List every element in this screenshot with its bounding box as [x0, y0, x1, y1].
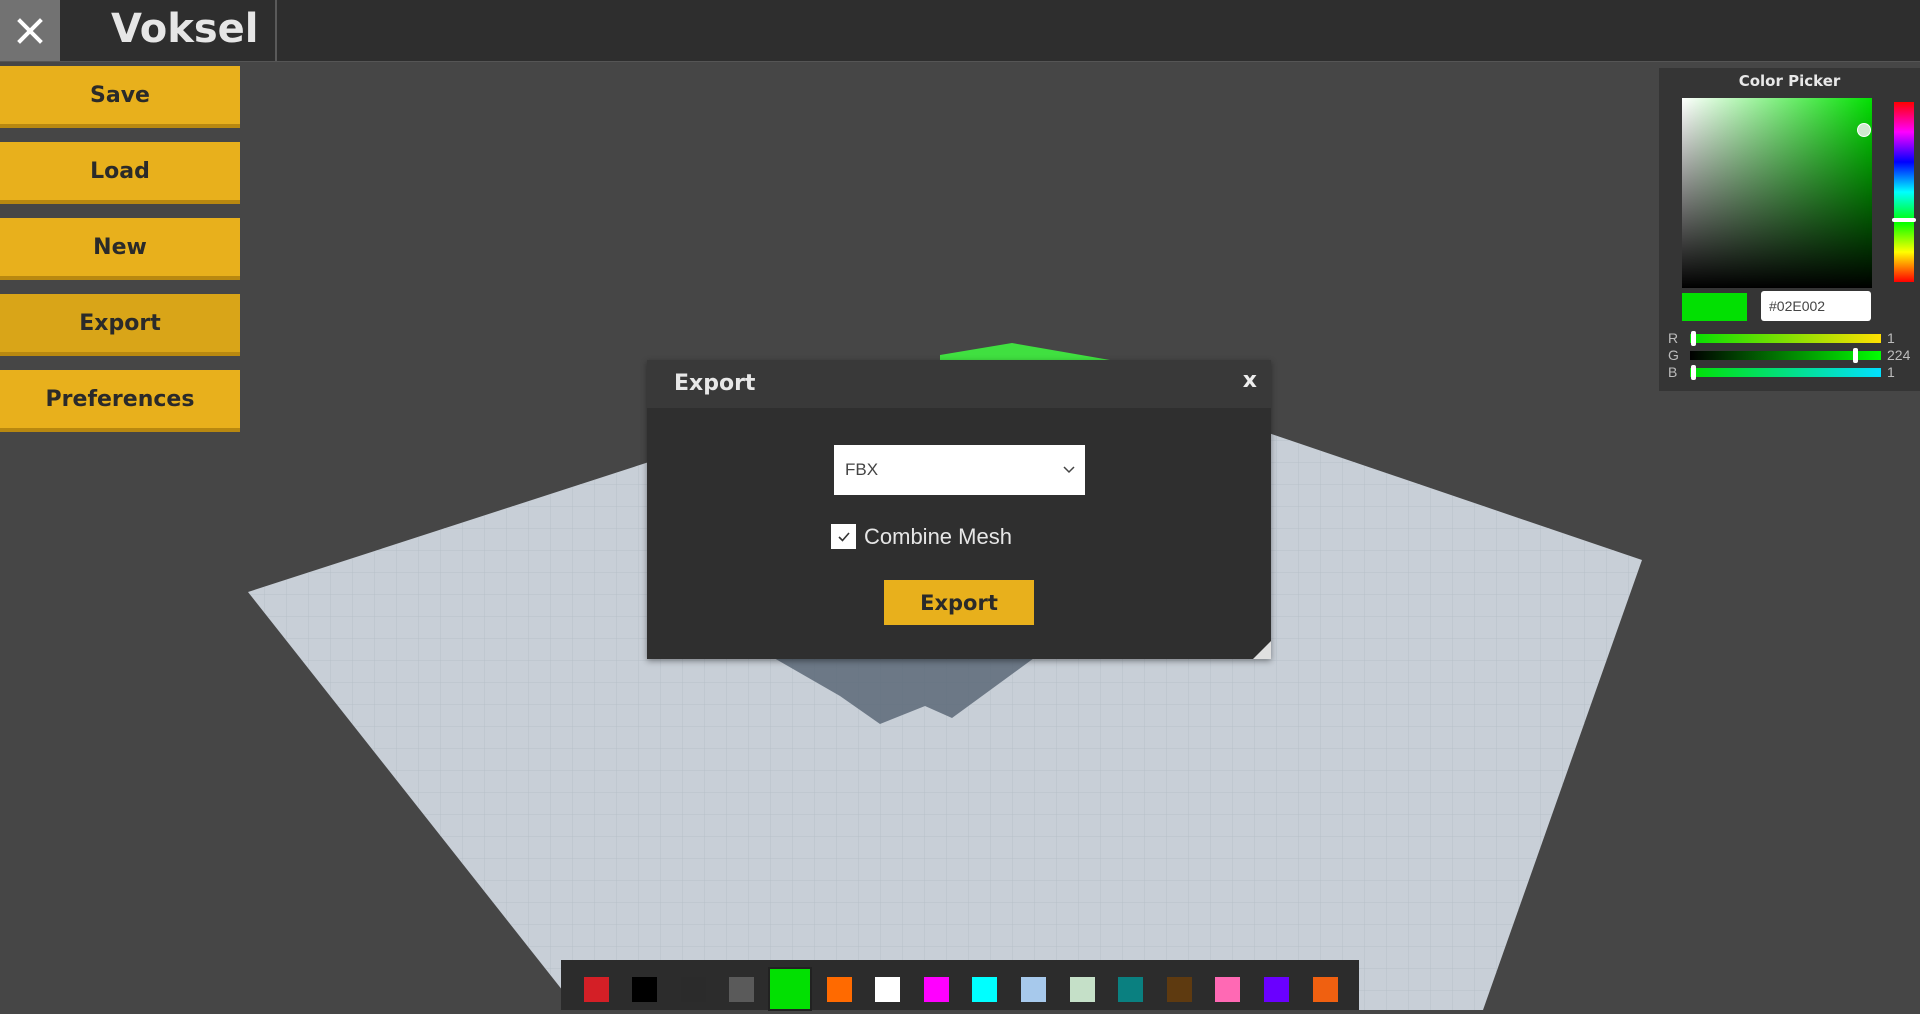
saturation-value-area[interactable]	[1682, 98, 1872, 288]
combine-mesh-label: Combine Mesh	[864, 524, 1012, 549]
blue-slider-knob[interactable]	[1690, 365, 1696, 380]
blue-channel-row: B 1	[1659, 364, 1920, 380]
palette-swatch[interactable]	[632, 977, 658, 1002]
palette-swatch[interactable]	[972, 977, 998, 1002]
palette-swatch[interactable]	[583, 977, 609, 1002]
green-channel-row: G 224	[1659, 347, 1920, 363]
color-palette	[561, 960, 1359, 1011]
dialog-close-button[interactable]: x	[1243, 368, 1257, 393]
palette-swatch[interactable]	[680, 977, 706, 1002]
palette-swatch[interactable]	[1166, 977, 1192, 1002]
green-slider-knob[interactable]	[1853, 348, 1859, 363]
title-divider	[275, 0, 277, 61]
chevron-down-icon	[1063, 466, 1075, 474]
palette-swatch[interactable]	[1263, 977, 1289, 1002]
hue-slider-handle[interactable]	[1892, 218, 1916, 222]
preferences-button[interactable]: Preferences	[0, 370, 240, 432]
checkmark-icon	[837, 531, 850, 542]
hue-slider[interactable]	[1892, 102, 1916, 282]
green-value: 224	[1887, 347, 1911, 363]
blue-slider[interactable]	[1690, 365, 1881, 380]
palette-swatch[interactable]	[826, 977, 852, 1002]
blue-label: B	[1668, 364, 1678, 380]
palette-swatch[interactable]	[1215, 977, 1241, 1002]
export-dialog-title: Export	[674, 371, 756, 396]
palette-swatch[interactable]	[1118, 977, 1144, 1002]
save-button[interactable]: Save	[0, 66, 240, 128]
palette-swatch[interactable]	[1312, 977, 1338, 1002]
palette-swatch[interactable]	[729, 977, 755, 1002]
export-menu-button[interactable]: Export	[0, 294, 240, 356]
current-color-swatch	[1682, 293, 1747, 321]
red-slider[interactable]	[1690, 331, 1881, 346]
color-picker-panel: Color Picker #02E002 R 1 G 224 B 1	[1659, 68, 1920, 391]
red-channel-row: R 1	[1659, 330, 1920, 346]
hex-input[interactable]: #02E002	[1761, 291, 1871, 321]
blue-value: 1	[1887, 364, 1895, 380]
close-icon	[17, 17, 43, 44]
new-button[interactable]: New	[0, 218, 240, 280]
resize-grip-icon[interactable]	[1253, 641, 1271, 659]
top-bar: Voksel	[0, 0, 1920, 62]
palette-swatch[interactable]	[1020, 977, 1046, 1002]
red-value: 1	[1887, 330, 1895, 346]
main-menu: Save Load New Export Preferences	[0, 66, 240, 446]
palette-swatch[interactable]	[923, 977, 949, 1002]
app-title: Voksel	[111, 6, 259, 52]
red-label: R	[1668, 330, 1679, 346]
palette-swatch[interactable]	[768, 967, 813, 1011]
close-button[interactable]	[0, 0, 60, 61]
load-button[interactable]: Load	[0, 142, 240, 204]
saturation-value-handle[interactable]	[1857, 123, 1871, 137]
export-dialog-header[interactable]: Export x	[647, 360, 1271, 408]
green-slider[interactable]	[1690, 348, 1881, 363]
palette-swatch[interactable]	[1069, 977, 1095, 1002]
export-dialog: Export x FBX Combine Mesh Export	[647, 360, 1271, 659]
format-select-value: FBX	[845, 460, 879, 479]
combine-mesh-checkbox[interactable]	[831, 524, 856, 549]
voxel-block-top	[940, 343, 1110, 360]
export-confirm-button[interactable]: Export	[884, 580, 1034, 625]
format-select[interactable]: FBX	[834, 445, 1085, 495]
red-slider-knob[interactable]	[1690, 331, 1696, 346]
palette-swatch[interactable]	[875, 977, 901, 1002]
green-label: G	[1668, 347, 1679, 363]
color-picker-title: Color Picker	[1738, 72, 1841, 90]
